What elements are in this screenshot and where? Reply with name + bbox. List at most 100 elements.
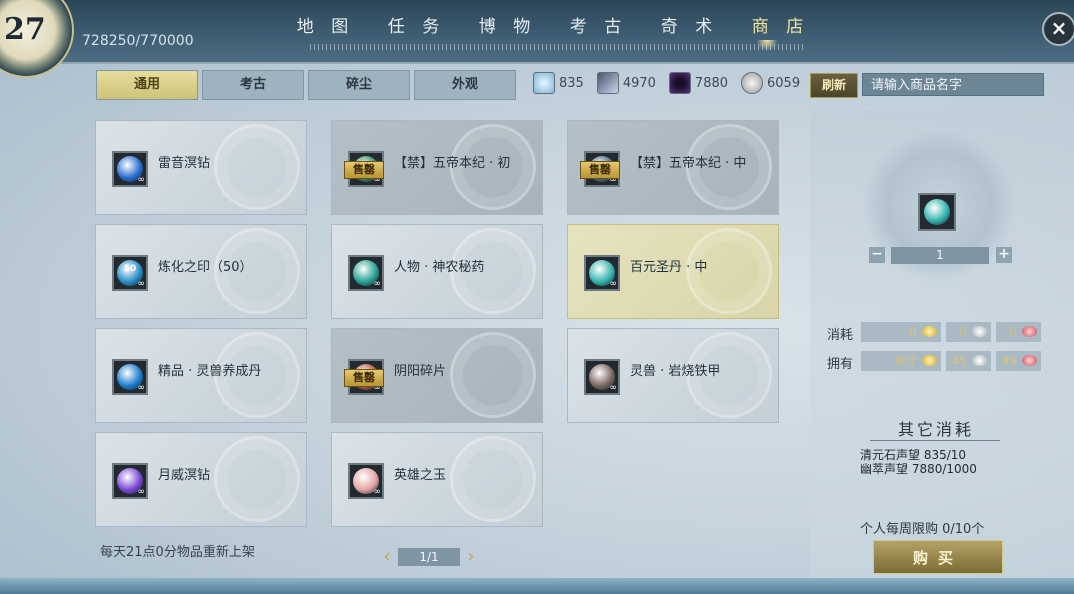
infinity-mark: ∞ bbox=[609, 383, 618, 393]
shop-item-card[interactable]: ∞ 精品 · 灵兽养成丹 bbox=[95, 328, 307, 423]
shop-item-card[interactable]: ∞ 月威溟钻 bbox=[95, 432, 307, 527]
seal-number: 50 bbox=[123, 264, 137, 274]
infinity-mark: ∞ bbox=[609, 279, 618, 289]
level-number: 27 bbox=[4, 12, 46, 47]
shop-item-card[interactable]: ∞ 百元圣丹 · 中 bbox=[567, 224, 779, 319]
buy-button[interactable]: 购买 bbox=[873, 540, 1003, 574]
card-decoration bbox=[214, 436, 300, 522]
shop-item-card[interactable]: ∞ 售罄 阴阳碎片 bbox=[331, 328, 543, 423]
close-button[interactable]: × bbox=[1042, 12, 1074, 46]
own-silver-value: 45 bbox=[951, 354, 967, 368]
restock-notice: 每天21点0分物品重新上架 bbox=[100, 545, 255, 560]
level-badge: 27 bbox=[0, 0, 74, 78]
own-gold: 607 bbox=[861, 351, 941, 371]
item-name: 炼化之印（50） bbox=[158, 260, 253, 275]
infinity-mark: ∞ bbox=[137, 383, 146, 393]
shop-item-card[interactable]: ∞ 售罄 【禁】五帝本纪 · 中 bbox=[567, 120, 779, 215]
item-name: 英雄之玉 bbox=[394, 468, 447, 483]
card-decoration bbox=[450, 436, 536, 522]
shop-category-tabs: 通用 考古 碎尘 外观 bbox=[96, 70, 516, 100]
item-name: 百元圣丹 · 中 bbox=[630, 260, 708, 275]
infinity-mark: ∞ bbox=[137, 487, 146, 497]
currency-item: 6059 bbox=[741, 72, 800, 94]
tab-archaeology[interactable]: 考 古 bbox=[553, 12, 644, 37]
cost-red-value: 0 bbox=[1009, 325, 1017, 339]
item-name: 月威溟钻 bbox=[158, 468, 211, 483]
next-page-button[interactable]: › bbox=[462, 546, 480, 567]
tab-magic[interactable]: 奇 术 bbox=[644, 12, 735, 37]
sold-out-tag: 售罄 bbox=[580, 161, 620, 179]
tab-shop[interactable]: 商 店 bbox=[735, 12, 826, 37]
infinity-mark: ∞ bbox=[137, 279, 146, 289]
gold-coin-icon bbox=[922, 326, 937, 337]
tab-map[interactable]: 地 图 bbox=[280, 12, 371, 37]
page-indicator: 1/1 bbox=[398, 547, 460, 566]
active-tab-indicator bbox=[757, 40, 777, 52]
pagination: ‹ 1/1 › bbox=[378, 546, 480, 567]
item-name: 精品 · 灵兽养成丹 bbox=[158, 364, 262, 379]
tab-divider bbox=[310, 44, 804, 50]
shop-item-card[interactable]: ∞ 售罄 【禁】五帝本纪 · 初 bbox=[331, 120, 543, 215]
own-silver: 45 bbox=[946, 351, 991, 371]
bottom-frame bbox=[0, 578, 1074, 594]
experience-text: 728250/770000 bbox=[82, 33, 194, 49]
item-name: 雷音溟钻 bbox=[158, 156, 211, 171]
shop-item-card[interactable]: 50 ∞ 炼化之印（50） bbox=[95, 224, 307, 319]
selected-item-icon bbox=[918, 193, 956, 231]
currency-item: 7880 bbox=[668, 72, 729, 94]
own-gold-value: 607 bbox=[894, 354, 917, 368]
tab-quest[interactable]: 任 务 bbox=[371, 12, 462, 37]
tab-museum[interactable]: 博 物 bbox=[462, 12, 553, 37]
cost-gold: 0 bbox=[861, 322, 941, 342]
item-icon: ∞ bbox=[584, 255, 620, 291]
currency-value: 7880 bbox=[694, 75, 729, 91]
quantity-increase-button[interactable]: + bbox=[996, 247, 1012, 263]
silver-coin-icon bbox=[972, 355, 987, 366]
quantity-input[interactable]: 1 bbox=[891, 247, 989, 264]
own-red-value: 49 bbox=[1001, 354, 1017, 368]
red-coin-icon bbox=[1022, 355, 1037, 366]
subtab-dust[interactable]: 碎尘 bbox=[308, 70, 410, 100]
item-name: 灵兽 · 岩烧铁甲 bbox=[630, 364, 721, 379]
search-input[interactable]: 请输入商品名字 bbox=[862, 73, 1044, 96]
infinity-mark: ∞ bbox=[373, 487, 382, 497]
shop-item-card[interactable]: ∞ 雷音溟钻 bbox=[95, 120, 307, 215]
purple-orb-icon bbox=[668, 72, 691, 94]
main-tabs: 地 图 任 务 博 物 考 古 奇 术 商 店 bbox=[280, 12, 826, 37]
item-name: 【禁】五帝本纪 · 初 bbox=[394, 156, 511, 171]
feather-icon bbox=[596, 72, 619, 94]
currency-bar: 835 4970 7880 6059 bbox=[533, 72, 813, 94]
cost-gold-value: 0 bbox=[909, 325, 917, 339]
item-name: 【禁】五帝本纪 · 中 bbox=[630, 156, 747, 171]
weekly-limit: 个人每周限购 0/10个 bbox=[860, 522, 985, 537]
pill-icon bbox=[924, 199, 950, 225]
prev-page-button[interactable]: ‹ bbox=[378, 546, 396, 567]
subtab-appearance[interactable]: 外观 bbox=[414, 70, 516, 100]
item-name: 人物 · 神农秘药 bbox=[394, 260, 485, 275]
item-icon: ∞ bbox=[112, 359, 148, 395]
sold-out-tag: 售罄 bbox=[344, 161, 384, 179]
infinity-mark: ∞ bbox=[137, 175, 146, 185]
refresh-button[interactable]: 刷新 bbox=[810, 73, 858, 98]
shop-item-card[interactable]: ∞ 英雄之玉 bbox=[331, 432, 543, 527]
divider bbox=[870, 440, 1000, 441]
red-coin-icon bbox=[1022, 326, 1037, 337]
item-icon: ∞ bbox=[112, 463, 148, 499]
currency-value: 6059 bbox=[767, 75, 801, 91]
currency-item: 4970 bbox=[596, 72, 656, 94]
shop-item-card[interactable]: ∞ 人物 · 神农秘药 bbox=[331, 224, 543, 319]
shop-item-card[interactable]: ∞ 灵兽 · 岩烧铁甲 bbox=[567, 328, 779, 423]
silver-coin-icon bbox=[741, 72, 764, 94]
subtab-general[interactable]: 通用 bbox=[96, 70, 198, 100]
currency-item: 835 bbox=[533, 72, 584, 94]
quantity-decrease-button[interactable]: − bbox=[869, 247, 885, 263]
cost-red: 0 bbox=[996, 322, 1041, 342]
other-cost-row: 幽萃声望 7880/1000 bbox=[860, 462, 977, 476]
currency-value: 4970 bbox=[622, 75, 656, 91]
infinity-mark: ∞ bbox=[373, 279, 382, 289]
cost-silver-value: 0 bbox=[959, 325, 967, 339]
cost-label: 消耗 bbox=[827, 328, 854, 343]
subtab-archaeology[interactable]: 考古 bbox=[202, 70, 304, 100]
cost-silver: 0 bbox=[946, 322, 991, 342]
item-icon: ∞ bbox=[584, 359, 620, 395]
